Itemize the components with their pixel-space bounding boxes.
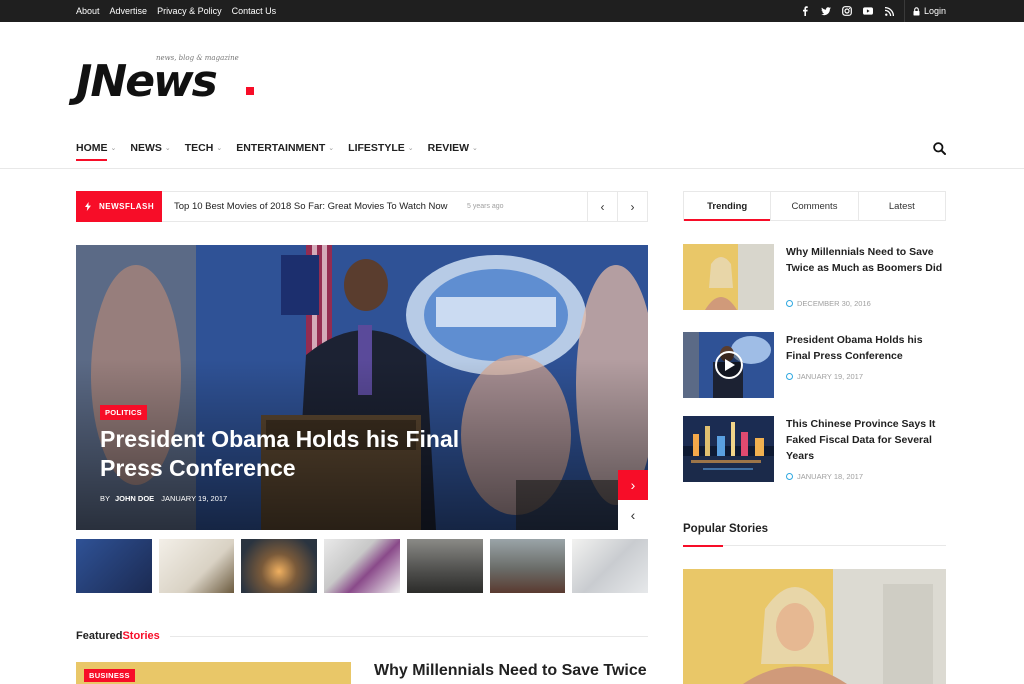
- trending-date: JANUARY 19, 2017: [786, 372, 863, 381]
- sidebar-tabs: Trending Comments Latest: [683, 191, 946, 221]
- trending-thumbnail[interactable]: [683, 332, 774, 398]
- hero-category-badge[interactable]: POLITICS: [100, 405, 147, 420]
- chevron-down-icon: ⌄: [407, 145, 414, 152]
- newsflash-headline[interactable]: Top 10 Best Movies of 2018 So Far: Great…: [174, 201, 448, 212]
- nav-item-review[interactable]: REVIEW ⌄: [428, 128, 478, 168]
- thumbnail[interactable]: [324, 539, 400, 593]
- featured-image[interactable]: BUSINESS: [76, 662, 351, 684]
- featured-title[interactable]: Why Millennials Need to Save Twice: [374, 662, 647, 680]
- top-links: About Advertise Privacy & Policy Contact…: [76, 0, 276, 22]
- featured-category-badge[interactable]: BUSINESS: [84, 669, 135, 682]
- trending-title[interactable]: President Obama Holds his Final Press Co…: [786, 332, 946, 364]
- hero-date: JANUARY 19, 2017: [161, 494, 228, 503]
- chevron-down-icon: ⌄: [216, 145, 223, 152]
- trending-title[interactable]: This Chinese Province Says It Faked Fisc…: [786, 416, 946, 464]
- topbar-divider: [904, 0, 905, 22]
- nav-item-entertainment[interactable]: ENTERTAINMENT ⌄: [236, 128, 334, 168]
- bolt-icon: [85, 202, 91, 211]
- thumbnail[interactable]: [572, 539, 649, 593]
- trending-item[interactable]: President Obama Holds his Final Press Co…: [683, 332, 946, 398]
- chevron-down-icon: ⌄: [328, 145, 335, 152]
- chevron-right-icon: ›: [630, 477, 636, 493]
- login-button[interactable]: Login: [913, 0, 946, 22]
- trending-thumbnail[interactable]: [683, 416, 774, 482]
- thumbnail[interactable]: [241, 539, 318, 593]
- lock-icon: [913, 6, 920, 15]
- clock-icon: [786, 373, 793, 380]
- facebook-icon[interactable]: [800, 6, 810, 16]
- section-divider: [170, 636, 648, 637]
- trending-date: DECEMBER 30, 2016: [786, 299, 871, 308]
- chevron-left-icon: ‹: [630, 507, 636, 523]
- newsflash-time: 5 years ago: [467, 203, 504, 210]
- clock-icon: [786, 473, 793, 480]
- about-link[interactable]: About: [76, 6, 100, 16]
- site-logo[interactable]: news, blog & magazine JNews: [76, 50, 266, 107]
- hero-thumbnails: [76, 534, 649, 593]
- hero-author-prefix: BY: [100, 494, 111, 503]
- trending-item[interactable]: Why Millennials Need to Save Twice as Mu…: [683, 244, 946, 310]
- thumbnail[interactable]: [406, 539, 483, 593]
- instagram-icon[interactable]: [842, 6, 852, 16]
- newsflash-ticker: NEWSFLASH Top 10 Best Movies of 2018 So …: [76, 191, 648, 222]
- hero-gradient: [76, 245, 648, 530]
- social-links: [800, 0, 894, 22]
- hero-next-button[interactable]: ›: [618, 470, 648, 500]
- chevron-down-icon: ⌄: [110, 145, 117, 152]
- featured-stories-heading: FeaturedStories: [76, 630, 160, 642]
- chevron-left-icon: ‹: [600, 199, 605, 214]
- nav-item-news[interactable]: NEWS ⌄: [130, 128, 170, 168]
- newsflash-prev-button[interactable]: ‹: [587, 191, 618, 222]
- trending-date: JANUARY 18, 2017: [786, 472, 863, 481]
- clock-icon: [786, 300, 793, 307]
- main-navigation: HOME ⌄ NEWS ⌄ TECH ⌄ ENTERTAINMENT ⌄ LIFESTY…: [0, 128, 1024, 169]
- trending-thumbnail[interactable]: [683, 244, 774, 310]
- privacy-policy-link[interactable]: Privacy & Policy: [157, 6, 222, 16]
- nav-item-home[interactable]: HOME ⌄: [76, 128, 116, 168]
- popular-story-image[interactable]: [683, 569, 946, 684]
- logo-dot: [246, 87, 254, 95]
- nav-item-tech[interactable]: TECH ⌄: [185, 128, 222, 168]
- hero-prev-button[interactable]: ‹: [618, 500, 648, 530]
- thumbnail[interactable]: [76, 534, 152, 593]
- newsflash-next-button[interactable]: ›: [617, 191, 648, 222]
- nav-item-lifestyle[interactable]: LIFESTYLE ⌄: [348, 128, 413, 168]
- login-label: Login: [924, 6, 947, 16]
- chevron-down-icon: ⌄: [472, 145, 478, 152]
- hero-author[interactable]: JOHN DOE: [115, 494, 154, 503]
- contact-us-link[interactable]: Contact Us: [232, 6, 277, 16]
- hero-meta: BY JOHN DOE JANUARY 19, 2017: [100, 494, 227, 503]
- trending-item[interactable]: This Chinese Province Says It Faked Fisc…: [683, 416, 946, 482]
- rss-icon[interactable]: [884, 6, 894, 16]
- youtube-icon[interactable]: [863, 6, 873, 16]
- logo-wordmark: JNews: [76, 56, 218, 107]
- twitter-icon[interactable]: [821, 6, 831, 16]
- top-bar: About Advertise Privacy & Policy Contact…: [0, 0, 1024, 22]
- tab-trending[interactable]: Trending: [684, 192, 771, 221]
- thumbnail[interactable]: [158, 539, 235, 593]
- search-icon[interactable]: [933, 142, 947, 156]
- tab-latest[interactable]: Latest: [857, 192, 945, 220]
- popular-stories-heading: Popular Stories: [683, 523, 768, 535]
- section-divider: [683, 545, 946, 547]
- hero-slider[interactable]: POLITICS President Obama Holds his Final…: [76, 245, 648, 530]
- tab-comments[interactable]: Comments: [770, 192, 857, 220]
- advertise-link[interactable]: Advertise: [110, 6, 148, 16]
- chevron-down-icon: ⌄: [164, 145, 171, 152]
- chevron-right-icon: ›: [630, 199, 635, 214]
- newsflash-label: NEWSFLASH: [76, 191, 162, 222]
- thumbnail[interactable]: [489, 539, 566, 593]
- trending-title[interactable]: Why Millennials Need to Save Twice as Mu…: [786, 244, 946, 276]
- hero-title[interactable]: President Obama Holds his Final Press Co…: [100, 425, 520, 483]
